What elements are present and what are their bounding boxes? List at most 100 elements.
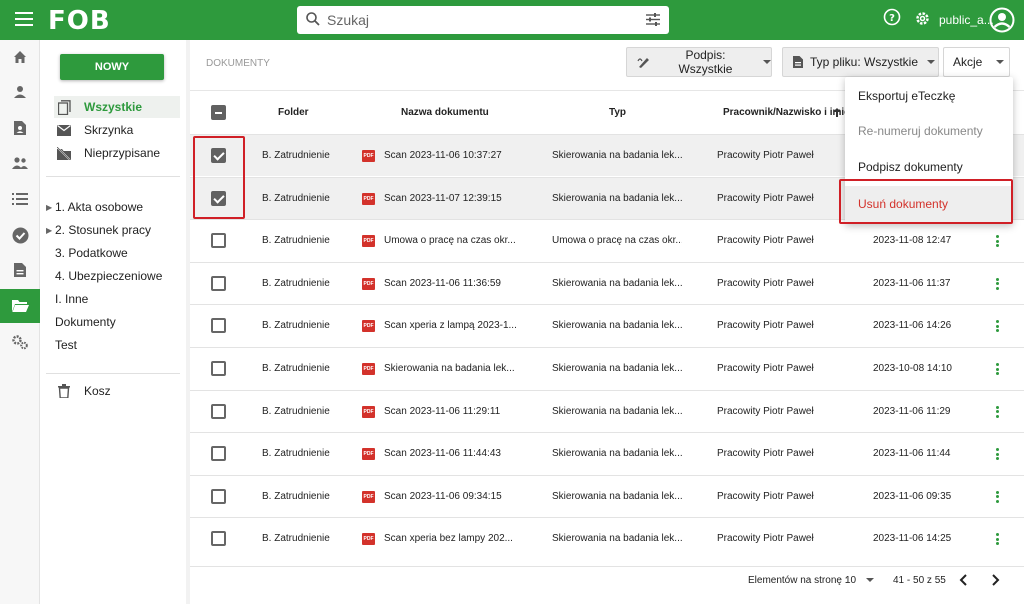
more-vert-icon[interactable]	[996, 277, 999, 290]
table-row[interactable]: B. Zatrudnienie PDF Scan xperia z lampą 20…	[190, 304, 1024, 346]
cogs-icon	[12, 335, 28, 350]
folder-open-icon	[12, 300, 29, 312]
cell-folder: B. Zatrudnienie	[262, 150, 330, 161]
sort-arrow-up-icon[interactable]	[833, 108, 841, 117]
table-row[interactable]: B. Zatrudnienie PDF Scan 2023-11-06 09:34:…	[190, 474, 1024, 517]
group-icon	[12, 157, 28, 169]
rail-list[interactable]	[0, 182, 40, 216]
cell-type: Skierowania na badania lek...	[552, 490, 682, 502]
column-employee[interactable]: Pracownik/Nazwisko i imię	[723, 107, 850, 118]
pdf-file-icon: PDF	[362, 448, 375, 461]
sliders-icon[interactable]	[645, 12, 661, 27]
cell-type: Skierowania na badania lek...	[552, 277, 682, 289]
column-type[interactable]: Typ	[609, 107, 626, 118]
actions-button[interactable]: Akcje	[943, 47, 1010, 77]
app-logo[interactable]: FOB	[48, 6, 111, 36]
tree-item-akta-osobowe[interactable]: ▶ 1. Akta osobowe	[46, 197, 143, 217]
column-folder[interactable]: Folder	[278, 107, 309, 118]
search-box[interactable]	[297, 6, 669, 34]
tree-item-podatkowe[interactable]: 3. Podatkowe	[55, 243, 128, 263]
cell-document-name[interactable]: Scan xperia z lampą 2023-1...	[384, 320, 524, 331]
row-checkbox[interactable]	[211, 488, 226, 504]
select-all-checkbox[interactable]	[211, 105, 226, 120]
cell-type: Skierowania na badania lek...	[552, 448, 682, 460]
cell-date: 2023-11-06 11:44	[873, 448, 951, 460]
cell-type: Skierowania na badania lek...	[552, 363, 682, 374]
rail-person[interactable]	[0, 75, 40, 109]
table-row[interactable]: B. Zatrudnienie PDF Scan 2023-11-06 11:29:…	[190, 389, 1024, 432]
row-checkbox[interactable]	[211, 531, 226, 547]
file-type-filter-button[interactable]: Typ pliku: Wszystkie	[782, 47, 939, 77]
more-vert-icon[interactable]	[996, 448, 999, 461]
nav-item-inbox[interactable]: Skrzynka	[54, 119, 180, 141]
table-row[interactable]: B. Zatrudnienie PDF Skierowania na badania…	[190, 347, 1024, 389]
rail-check[interactable]	[0, 218, 40, 252]
tree-item-stosunek-pracy[interactable]: ▶ 2. Stosunek pracy	[46, 220, 151, 240]
rail-document-user[interactable]	[0, 111, 40, 145]
cell-document-name[interactable]: Scan 2023-11-06 11:36:59	[384, 278, 524, 289]
signature-filter-label: Podpis: Wszystkie	[678, 48, 733, 76]
cell-date: 2023-10-08 14:10	[873, 363, 952, 374]
username[interactable]: public_a...	[939, 13, 994, 27]
gear-icon[interactable]	[914, 10, 931, 27]
tree-item-ubezpieczeniowe[interactable]: 4. Ubezpieczeniowe	[55, 266, 162, 286]
signature-filter-button[interactable]: Podpis: Wszystkie	[626, 47, 772, 77]
expand-arrow-icon[interactable]: ▶	[46, 226, 55, 235]
row-checkbox[interactable]	[211, 275, 226, 291]
expand-arrow-icon[interactable]: ▶	[46, 203, 55, 212]
row-checkbox[interactable]	[211, 318, 226, 334]
help-icon[interactable]: ?	[883, 8, 901, 26]
list-icon	[12, 193, 28, 205]
cell-employee: Pracowity Piotr Paweł	[717, 405, 814, 417]
tree-item-test[interactable]: Test	[55, 335, 77, 355]
divider	[46, 373, 180, 374]
tree-item-inne[interactable]: I. Inne	[55, 289, 88, 309]
cell-document-name[interactable]: Umowa o pracę na czas okr...	[384, 235, 524, 246]
rail-cogs[interactable]	[0, 325, 40, 359]
cell-document-name[interactable]: Scan 2023-11-06 10:37:27	[384, 150, 524, 161]
more-vert-icon[interactable]	[996, 363, 999, 375]
more-vert-icon[interactable]	[996, 490, 999, 503]
search-input[interactable]	[327, 10, 627, 30]
cell-document-name[interactable]: Scan 2023-11-06 11:44:43	[384, 448, 524, 459]
rail-documents-active[interactable]	[0, 289, 40, 323]
per-page-select[interactable]: 10	[845, 575, 856, 586]
rail-home[interactable]	[0, 40, 40, 74]
divider	[46, 176, 180, 177]
tree-item-label: 3. Podatkowe	[55, 246, 128, 260]
cell-folder: B. Zatrudnienie	[262, 533, 330, 545]
cell-document-name[interactable]: Scan 2023-11-06 11:29:11	[384, 406, 524, 417]
more-vert-icon[interactable]	[996, 405, 999, 418]
cell-document-name[interactable]: Scan xperia bez lampy 202...	[384, 533, 524, 544]
row-checkbox[interactable]	[211, 233, 226, 249]
table-row[interactable]: B. Zatrudnienie PDF Umowa o pracę na czas …	[190, 219, 1024, 261]
row-checkbox[interactable]	[211, 403, 226, 419]
rail-document[interactable]	[0, 253, 40, 287]
rail-group[interactable]	[0, 146, 40, 180]
row-checkbox[interactable]	[211, 361, 226, 376]
cell-document-name[interactable]: Scan 2023-11-06 09:34:15	[384, 491, 524, 502]
new-document-button[interactable]: NOWY	[60, 54, 164, 80]
nav-item-trash[interactable]: Kosz	[54, 380, 180, 402]
caret-down-icon[interactable]	[866, 578, 874, 582]
more-vert-icon[interactable]	[996, 533, 999, 546]
menu-item-export[interactable]: Eksportuj eTeczkę	[845, 78, 1013, 114]
hamburger-icon[interactable]	[15, 12, 33, 28]
row-checkbox[interactable]	[211, 446, 226, 462]
account-circle-icon[interactable]	[989, 7, 1015, 33]
column-name[interactable]: Nazwa dokumentu	[401, 107, 489, 118]
file-type-filter-label: Typ pliku: Wszystkie	[810, 55, 919, 69]
table-row[interactable]: B. Zatrudnienie PDF Scan 2023-11-06 11:44:…	[190, 432, 1024, 474]
table-row[interactable]: B. Zatrudnienie PDF Scan 2023-11-06 11:36:…	[190, 261, 1024, 304]
cell-document-name[interactable]: Skierowania na badania lek...	[384, 363, 524, 374]
more-vert-icon[interactable]	[996, 235, 999, 248]
previous-page-icon[interactable]	[959, 574, 969, 586]
nav-item-all[interactable]: Wszystkie	[54, 96, 180, 118]
nav-item-unassigned[interactable]: Nieprzypisane	[54, 142, 180, 164]
per-page-label: Elementów na stronę :	[748, 575, 848, 586]
table-row[interactable]: B. Zatrudnienie PDF Scan xperia bez lampy …	[190, 517, 1024, 559]
cell-document-name[interactable]: Scan 2023-11-07 12:39:15	[384, 193, 524, 204]
tree-item-dokumenty[interactable]: Dokumenty	[55, 312, 116, 332]
next-page-icon[interactable]	[990, 574, 1000, 586]
more-vert-icon[interactable]	[996, 320, 999, 333]
